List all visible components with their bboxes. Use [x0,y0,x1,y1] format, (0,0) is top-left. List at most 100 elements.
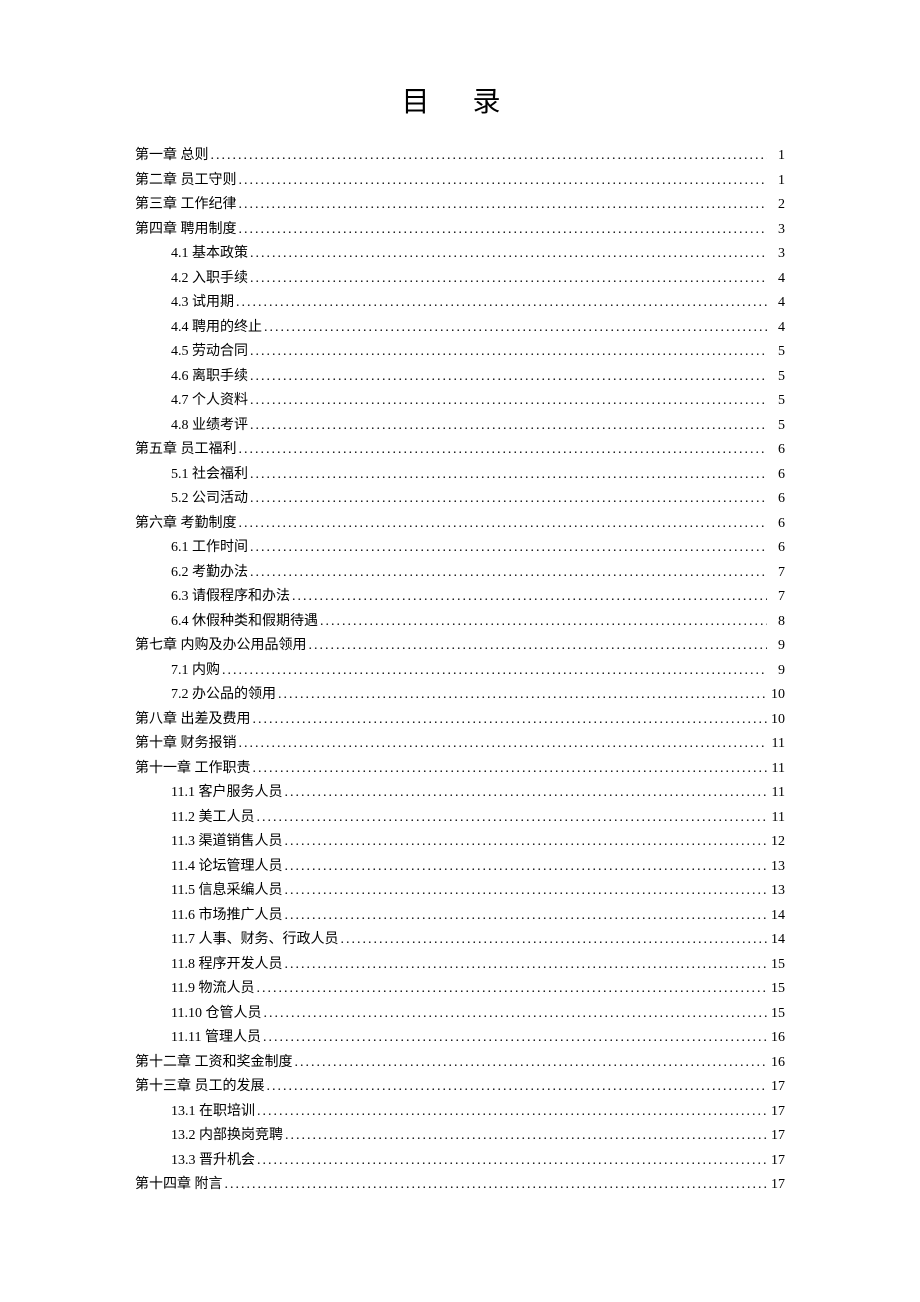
toc-entry-label: 4.2 入职手续 [171,267,248,292]
toc-entry-page: 4 [769,316,785,341]
toc-entry-label: 4.3 试用期 [171,291,234,316]
toc-entry[interactable]: 11.3 渠道销售人员12 [135,830,785,855]
toc-entry-label: 第八章 出差及费用 [135,708,251,733]
toc-entry[interactable]: 11.6 市场推广人员14 [135,904,785,929]
toc-entry-label: 第四章 聘用制度 [135,218,237,243]
toc-entry-page: 6 [769,512,785,537]
toc-entry[interactable]: 11.5 信息采编人员13 [135,879,785,904]
toc-entry[interactable]: 11.10 仓管人员15 [135,1002,785,1027]
toc-entry-page: 11 [769,806,785,831]
toc-entry[interactable]: 5.1 社会福利6 [135,463,785,488]
toc-dots [239,512,768,537]
toc-entry[interactable]: 7.2 办公品的领用10 [135,683,785,708]
toc-entry[interactable]: 4.3 试用期 4 [135,291,785,316]
toc-entry[interactable]: 4.2 入职手续4 [135,267,785,292]
toc-dots [250,267,767,292]
toc-entry[interactable]: 13.3 晋升机会17 [135,1149,785,1174]
toc-entry-label: 4.4 聘用的终止 [171,316,262,341]
toc-entry-page: 17 [769,1173,785,1198]
toc-entry[interactable]: 第四章 聘用制度3 [135,218,785,243]
toc-entry[interactable]: 6.3 请假程序和办法7 [135,585,785,610]
toc-entry-page: 16 [769,1026,785,1051]
toc-entry-label: 11.2 美工人员 [171,806,254,831]
toc-entry[interactable]: 11.4 论坛管理人员13 [135,855,785,880]
toc-dots [284,879,767,904]
toc-title: 目 录 [135,80,785,120]
toc-dots [292,585,767,610]
toc-entry-label: 第二章 员工守则 [135,169,237,194]
toc-dots [239,169,768,194]
toc-entry-label: 11.8 程序开发人员 [171,953,282,978]
toc-entry[interactable]: 第五章 员工福利6 [135,438,785,463]
toc-entry[interactable]: 4.8 业绩考评5 [135,414,785,439]
toc-dots [239,732,768,757]
toc-entry[interactable]: 第十一章 工作职责11 [135,757,785,782]
toc-entry[interactable]: 第三章 工作纪律2 [135,193,785,218]
toc-dots [309,634,768,659]
toc-entry-page: 17 [769,1149,785,1174]
toc-entry[interactable]: 6.1 工作时间6 [135,536,785,561]
toc-entry[interactable]: 5.2 公司活动6 [135,487,785,512]
toc-entry-page: 13 [769,879,785,904]
toc-dots [256,806,767,831]
toc-entry[interactable]: 6.2 考勤办法7 [135,561,785,586]
toc-entry-label: 11.10 仓管人员 [171,1002,261,1027]
toc-entry-label: 13.1 在职培训 [171,1100,255,1125]
toc-entry-label: 4.8 业绩考评 [171,414,248,439]
toc-dots [250,536,767,561]
toc-entry[interactable]: 11.7 人事、财务、行政人员14 [135,928,785,953]
toc-dots [211,144,768,169]
toc-dots [250,389,767,414]
toc-entry[interactable]: 4.5 劳动合同5 [135,340,785,365]
toc-entry-page: 8 [769,610,785,635]
toc-entry-page: 12 [769,830,785,855]
toc-dots [263,1026,767,1051]
toc-entry-page: 7 [769,561,785,586]
toc-entry[interactable]: 11.1 客户服务人员11 [135,781,785,806]
toc-entry-page: 14 [769,928,785,953]
toc-entry-page: 4 [769,291,785,316]
toc-entry[interactable]: 7.1 内购9 [135,659,785,684]
toc-entry-label: 6.1 工作时间 [171,536,248,561]
toc-entry[interactable]: 第十二章 工资和奖金制度16 [135,1051,785,1076]
toc-entry-page: 17 [769,1124,785,1149]
toc-entry[interactable]: 11.11 管理人员16 [135,1026,785,1051]
toc-entry[interactable]: 第六章 考勤制度6 [135,512,785,537]
toc-entry[interactable]: 11.8 程序开发人员15 [135,953,785,978]
toc-entry[interactable]: 第十四章 附言17 [135,1173,785,1198]
toc-entry[interactable]: 13.1 在职培训17 [135,1100,785,1125]
toc-dots [225,1173,768,1198]
toc-dots [250,561,767,586]
toc-dots [250,463,767,488]
toc-dots [284,830,767,855]
toc-dots [285,1124,767,1149]
toc-entry[interactable]: 4.1 基本政策3 [135,242,785,267]
toc-entry[interactable]: 第十三章 员工的发展17 [135,1075,785,1100]
toc-entry[interactable]: 第二章 员工守则 1 [135,169,785,194]
toc-entry[interactable]: 4.7 个人资料5 [135,389,785,414]
toc-entry[interactable]: 第七章 内购及办公用品领用9 [135,634,785,659]
toc-entry-label: 11.9 物流人员 [171,977,254,1002]
toc-entry-label: 第十二章 工资和奖金制度 [135,1051,293,1076]
toc-dots [253,708,768,733]
toc-entry-page: 1 [769,169,785,194]
toc-dots [284,904,767,929]
toc-entry[interactable]: 13.2 内部换岗竞聘17 [135,1124,785,1149]
toc-dots [236,291,767,316]
toc-dots [253,757,768,782]
toc-entry[interactable]: 第十章 财务报销11 [135,732,785,757]
toc-entry[interactable]: 4.6 离职手续5 [135,365,785,390]
toc-entry-label: 第一章 总则 [135,144,209,169]
toc-entry[interactable]: 第一章 总则 1 [135,144,785,169]
toc-entry[interactable]: 11.9 物流人员15 [135,977,785,1002]
toc-entry-label: 4.6 离职手续 [171,365,248,390]
toc-dots [250,365,767,390]
toc-entry-label: 6.4 休假种类和假期待遇 [171,610,318,635]
toc-entry[interactable]: 11.2 美工人员 11 [135,806,785,831]
toc-entry[interactable]: 6.4 休假种类和假期待遇 8 [135,610,785,635]
toc-entry-label: 11.4 论坛管理人员 [171,855,282,880]
toc-entry-page: 1 [769,144,785,169]
toc-entry-page: 5 [769,389,785,414]
toc-entry[interactable]: 4.4 聘用的终止 4 [135,316,785,341]
toc-entry[interactable]: 第八章 出差及费用10 [135,708,785,733]
